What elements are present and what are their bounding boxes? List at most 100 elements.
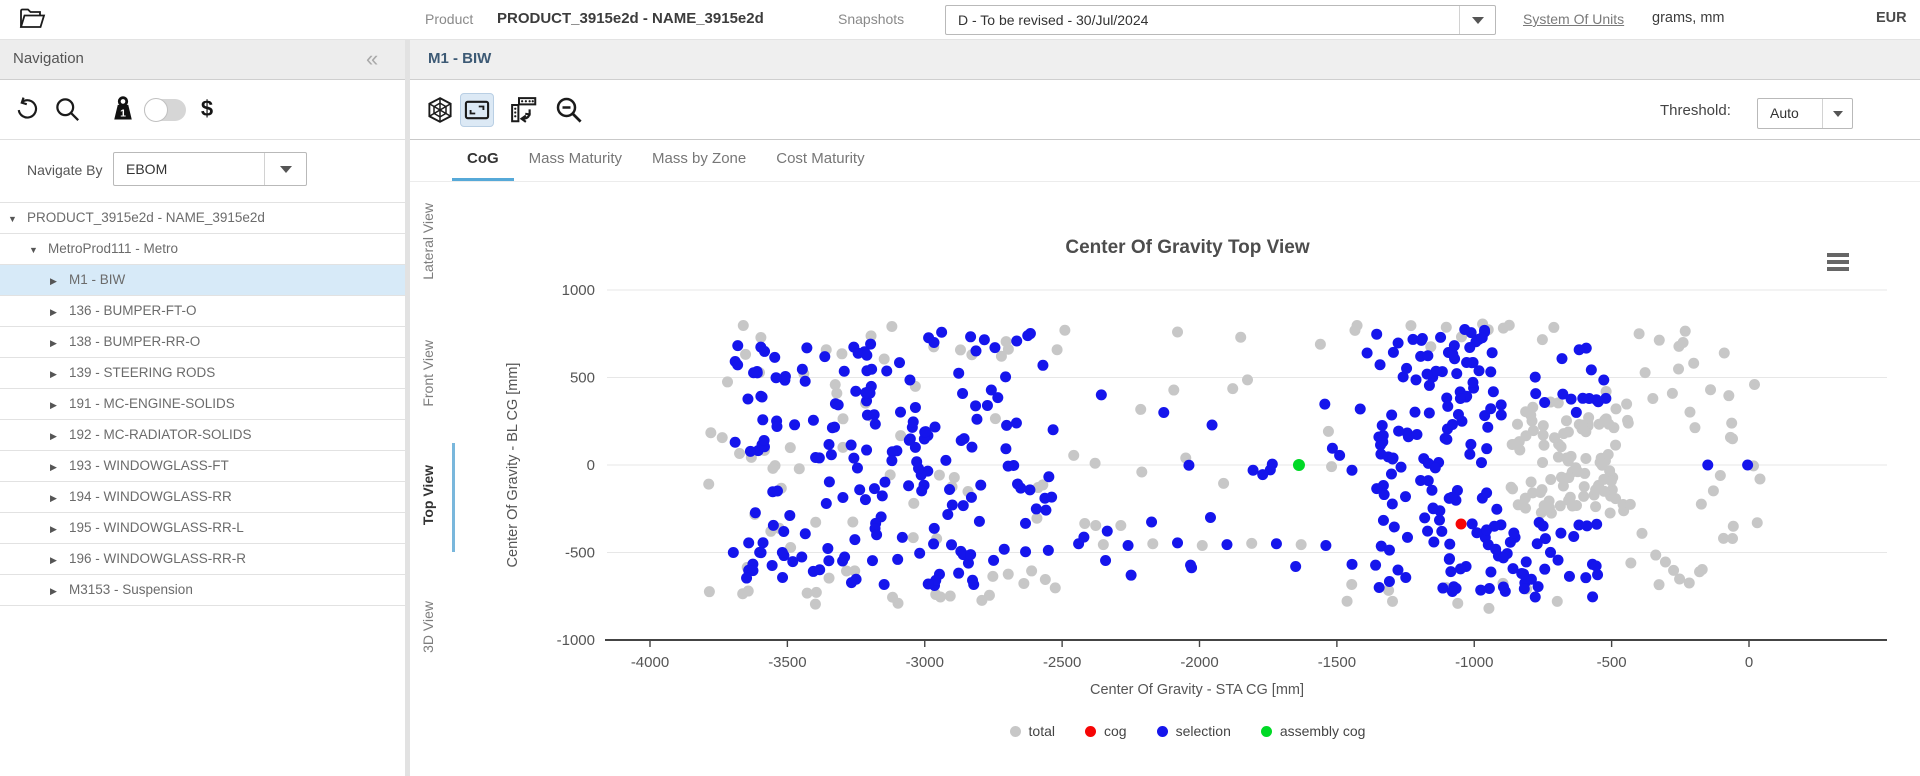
chevron-right-icon[interactable]: ▶: [50, 452, 64, 482]
view-tab-top-view[interactable]: Top View: [420, 465, 436, 525]
chevron-down-icon[interactable]: ▼: [8, 204, 22, 234]
tab-cog[interactable]: CoG: [452, 140, 514, 181]
svg-text:-1000: -1000: [1455, 654, 1493, 671]
tree-item-138-bumper-rr-o[interactable]: ▶ 138 - BUMPER-RR-O: [0, 327, 405, 358]
view-tab-lateral-view[interactable]: Lateral View: [420, 203, 436, 280]
tree-item-m1-biw[interactable]: ▶ M1 - BIW: [0, 265, 405, 296]
page-title: M1 - BIW: [428, 50, 491, 67]
snapshot-select-arrow[interactable]: [1459, 6, 1495, 34]
chevron-right-icon[interactable]: ▶: [50, 390, 64, 420]
navigation-tree: ▼ PRODUCT_3915e2d - NAME_3915e2d ▼ MetroPro…: [0, 202, 405, 606]
svg-text:-3500: -3500: [768, 654, 806, 671]
svg-text:0: 0: [1745, 654, 1753, 671]
tree-item-label: 191 - MC-ENGINE-SOLIDS: [69, 396, 235, 411]
navigate-by-label: Navigate By: [27, 162, 102, 178]
chevron-right-icon[interactable]: ▶: [50, 266, 64, 296]
snapshot-select[interactable]: D - To be revised - 30/Jul/2024: [945, 5, 1496, 35]
svg-text:-3000: -3000: [906, 654, 944, 671]
navigate-by-select-arrow[interactable]: [264, 153, 306, 185]
threshold-select-arrow[interactable]: [1822, 99, 1852, 128]
svg-text:-500: -500: [565, 545, 595, 562]
cog-scatter-plot[interactable]: -4000-3500-3000-2500-2000-1500-1000-5000…: [455, 185, 1920, 776]
toggle-knob: [144, 98, 168, 122]
tree-item-label: M3153 - Suspension: [69, 582, 193, 597]
tree-item-label: M1 - BIW: [69, 272, 125, 287]
svg-text:-2500: -2500: [1043, 654, 1081, 671]
tab-cost-maturity[interactable]: Cost Maturity: [761, 140, 879, 181]
svg-text:-500: -500: [1597, 654, 1627, 671]
svg-text:-1000: -1000: [557, 632, 595, 649]
collapse-panel-icon[interactable]: «: [366, 46, 376, 72]
svg-text:Center Of Gravity - BL CG [mm]: Center Of Gravity - BL CG [mm]: [505, 363, 521, 568]
legend-item-selection[interactable]: selection: [1157, 723, 1231, 739]
tree-item-label: 139 - STEERING RODS: [69, 365, 215, 380]
svg-text:Center Of Gravity - STA CG [mm: Center Of Gravity - STA CG [mm]: [1090, 682, 1304, 698]
legend-dot: [1010, 726, 1021, 737]
chevron-down-icon: [1833, 111, 1843, 117]
threshold-value: Auto: [1770, 99, 1799, 128]
mass-weight-icon[interactable]: 1: [108, 94, 138, 124]
snapshots-label: Snapshots: [838, 11, 904, 27]
tree-item-label: 192 - MC-RADIATOR-SOLIDS: [69, 427, 252, 442]
tab-mass-by-zone[interactable]: Mass by Zone: [637, 140, 761, 181]
chevron-right-icon[interactable]: ▶: [50, 359, 64, 389]
tree-item-label: 196 - WINDOWGLASS-RR-R: [69, 551, 246, 566]
tree-item-193-windowglass-ft[interactable]: ▶193 - WINDOWGLASS-FT: [0, 451, 405, 482]
tree-item-195-windowglass-rr-l[interactable]: ▶195 - WINDOWGLASS-RR-L: [0, 513, 405, 544]
legend-label: selection: [1176, 723, 1231, 739]
tree-item-192-mc-radiator-solids[interactable]: ▶ 192 - MC-RADIATOR-SOLIDS: [0, 420, 405, 451]
chevron-right-icon[interactable]: ▶: [50, 297, 64, 327]
search-icon[interactable]: [52, 94, 82, 124]
tree-item-metroprod111-metro[interactable]: ▼ MetroProd111 - Metro: [0, 234, 405, 265]
tree-item-label: PRODUCT_3915e2d - NAME_3915e2d: [27, 210, 265, 225]
tree-item-label: MetroProd111 - Metro: [48, 241, 178, 256]
tree-item-139-steering-rods[interactable]: ▶ 139 - STEERING RODS: [0, 358, 405, 389]
chevron-down-icon[interactable]: ▼: [29, 235, 43, 265]
tree-item-label: 138 - BUMPER-RR-O: [69, 334, 200, 349]
chevron-right-icon[interactable]: ▶: [50, 545, 64, 575]
chevron-right-icon[interactable]: ▶: [50, 483, 64, 513]
legend-label: cog: [1104, 723, 1127, 739]
tab-mass-maturity[interactable]: Mass Maturity: [514, 140, 637, 181]
legend-item-assembly-cog[interactable]: assembly cog: [1261, 723, 1366, 739]
tree-item-136-bumper-ft-o[interactable]: ▶ 136 - BUMPER-FT-O: [0, 296, 405, 327]
cost-dollar-icon[interactable]: $: [192, 94, 222, 124]
wireframe-3d-icon[interactable]: [423, 93, 457, 127]
navigation-toolbar: 1 $: [0, 80, 405, 140]
tree-item-191-mc-engine-solids[interactable]: ▶ 191 - MC-ENGINE-SOLIDS: [0, 389, 405, 420]
refresh-icon[interactable]: [12, 94, 42, 124]
legend-dot: [1261, 726, 1272, 737]
chevron-right-icon[interactable]: ▶: [50, 576, 64, 606]
snapshot-select-value: D - To be revised - 30/Jul/2024: [958, 6, 1148, 34]
tree-item-product-3915e2d-name-3915e2d[interactable]: ▼ PRODUCT_3915e2d - NAME_3915e2d: [0, 203, 405, 234]
navigation-panel: Navigation « 1 $ Navigate By EBOM ▼PRODU…: [0, 40, 405, 776]
legend-dot: [1157, 726, 1168, 737]
tree-item-label: 136 - BUMPER-FT-O: [69, 303, 197, 318]
chevron-right-icon[interactable]: ▶: [50, 514, 64, 544]
view-tab-front-view[interactable]: Front View: [420, 340, 436, 407]
chevron-right-icon[interactable]: ▶: [50, 328, 64, 358]
legend-label: total: [1029, 723, 1055, 739]
chevron-right-icon[interactable]: ▶: [50, 421, 64, 451]
measure-swap-icon[interactable]: [507, 93, 541, 127]
legend-item-total[interactable]: total: [1010, 723, 1055, 739]
zoom-out-icon[interactable]: [552, 93, 586, 127]
tree-item-196-windowglass-rr-r[interactable]: ▶ 196 - WINDOWGLASS-RR-R: [0, 544, 405, 575]
open-folder-icon[interactable]: [18, 6, 48, 34]
svg-text:-2000: -2000: [1180, 654, 1218, 671]
legend-item-cog[interactable]: cog: [1085, 723, 1127, 739]
toggle-switch[interactable]: [144, 99, 186, 121]
units-value: grams, mm: [1652, 10, 1725, 26]
tree-item-m3153-suspension[interactable]: ▶ M3153 - Suspension: [0, 575, 405, 606]
chevron-down-icon: [280, 166, 292, 173]
system-of-units-link[interactable]: System Of Units: [1523, 11, 1624, 27]
threshold-label: Threshold:: [1660, 102, 1731, 119]
view-tab-3d-view[interactable]: 3D View: [420, 601, 436, 653]
navigate-by-select[interactable]: EBOM: [113, 152, 307, 186]
tree-item-194-windowglass-rr[interactable]: ▶194 - WINDOWGLASS-RR: [0, 482, 405, 513]
main-header: M1 - BIW: [410, 40, 1920, 80]
threshold-select[interactable]: Auto: [1757, 98, 1853, 129]
product-value: PRODUCT_3915e2d - NAME_3915e2d: [497, 10, 764, 27]
chart-legend: total cog selection assembly cog: [455, 723, 1920, 739]
viewport-frame-icon[interactable]: [460, 93, 494, 127]
